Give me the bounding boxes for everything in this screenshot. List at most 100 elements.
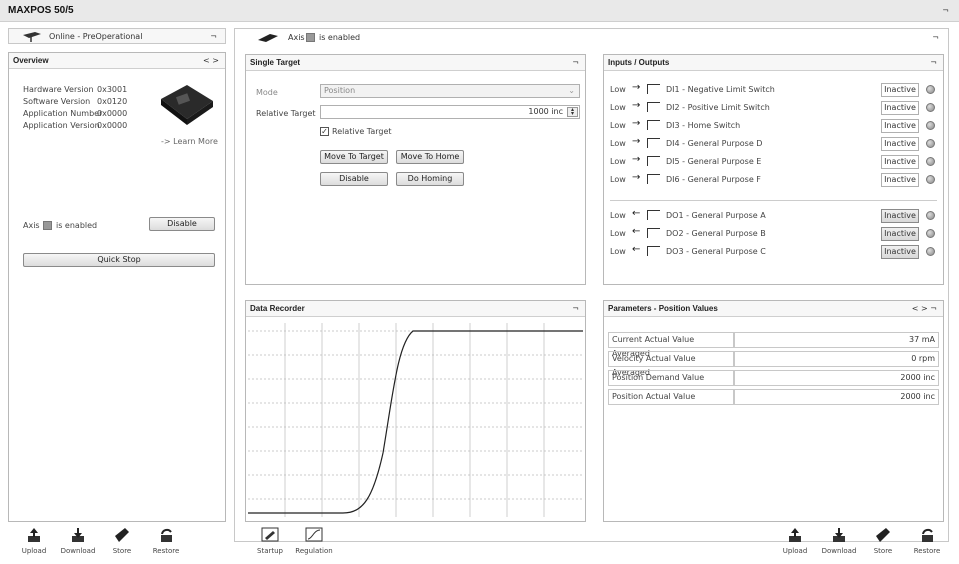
signal-level: Low bbox=[610, 103, 626, 112]
download-icon bbox=[833, 528, 845, 542]
move-to-target-button[interactable]: Move To Target bbox=[320, 150, 388, 164]
parameters-panel: Parameters - Position Values < > ¬ Curre… bbox=[603, 300, 944, 522]
data-recorder-title: Data Recorder bbox=[250, 304, 305, 313]
io-state[interactable]: Inactive bbox=[881, 227, 919, 241]
digital-input-row: Low → DI4 - General Purpose D Inactive bbox=[604, 135, 943, 153]
stepper-icon[interactable]: ▴ ▾ bbox=[567, 107, 578, 117]
download-button-right[interactable]: Download bbox=[819, 526, 859, 555]
arrow-right-icon: → bbox=[632, 118, 641, 129]
switch-icon bbox=[647, 102, 660, 112]
arrow-right-icon: → bbox=[632, 100, 641, 111]
io-header: Inputs / Outputs ¬ bbox=[604, 55, 943, 71]
application-number-value: 0x0000 bbox=[97, 109, 128, 118]
io-name: DI6 - General Purpose F bbox=[666, 175, 761, 184]
do-homing-button[interactable]: Do Homing bbox=[396, 172, 464, 186]
mode-select-value: Position bbox=[324, 86, 356, 95]
digital-input-row: Low → DI3 - Home Switch Inactive bbox=[604, 117, 943, 135]
regulation-icon bbox=[305, 527, 323, 542]
learn-more-link[interactable]: -> Learn More bbox=[161, 137, 218, 146]
param-row: Velocity Actual Value Averaged 0 rpm bbox=[608, 351, 939, 377]
io-state: Inactive bbox=[881, 173, 919, 187]
upload-icon bbox=[28, 528, 40, 542]
restore-label: Restore bbox=[152, 547, 180, 555]
upload-button-right[interactable]: Upload bbox=[775, 526, 815, 555]
mode-select[interactable]: Position ⌄ bbox=[320, 84, 580, 98]
restore-button[interactable]: Restore bbox=[146, 526, 186, 555]
param-label: Current Actual Value Averaged bbox=[608, 332, 734, 358]
overview-title: Overview bbox=[13, 56, 49, 65]
status-led-icon bbox=[926, 175, 935, 184]
io-name: DI2 - Positive Limit Switch bbox=[666, 103, 770, 112]
status-led-icon bbox=[926, 139, 935, 148]
digital-input-row: Low → DI1 - Negative Limit Switch Inactive bbox=[604, 81, 943, 99]
param-label: Position Demand Value bbox=[608, 370, 734, 386]
io-state: Inactive bbox=[881, 119, 919, 133]
io-name: DO3 - General Purpose C bbox=[666, 247, 766, 256]
data-recorder-pin-icon[interactable]: ¬ bbox=[572, 304, 579, 313]
upload-button[interactable]: Upload bbox=[14, 526, 54, 555]
io-panel: Inputs / Outputs ¬ Low → DI1 - Negative Li… bbox=[603, 54, 944, 285]
io-name: DO1 - General Purpose A bbox=[666, 211, 766, 220]
regulation-label: Regulation bbox=[295, 547, 333, 555]
axis-header-indicator bbox=[306, 33, 315, 42]
relative-target-input[interactable]: 1000 inc ▴ ▾ bbox=[320, 105, 580, 119]
window-pin-icon[interactable]: ¬ bbox=[942, 6, 949, 15]
digital-output-row: Low ← DO3 - General Purpose C Inactive bbox=[604, 243, 943, 261]
digital-input-row: Low → DI6 - General Purpose F Inactive bbox=[604, 171, 943, 189]
arrow-left-icon: ← bbox=[632, 244, 641, 255]
arrow-right-icon: → bbox=[632, 136, 641, 147]
download-label: Download bbox=[60, 547, 96, 555]
io-pin-icon[interactable]: ¬ bbox=[930, 58, 937, 67]
status-led-icon bbox=[926, 229, 935, 238]
connection-state: Online - PreOperational bbox=[49, 32, 143, 41]
download-icon bbox=[72, 528, 84, 542]
axis-label: Axis bbox=[23, 221, 40, 230]
status-pin-icon[interactable]: ¬ bbox=[210, 32, 217, 41]
param-label: Position Actual Value bbox=[608, 389, 734, 405]
regulation-button[interactable]: Regulation bbox=[294, 526, 334, 555]
move-to-home-button[interactable]: Move To Home bbox=[396, 150, 464, 164]
axis-header: Axis is enabled ¬ bbox=[234, 28, 949, 48]
signal-level: Low bbox=[610, 85, 626, 94]
parameters-nav-arrows[interactable]: < > ¬ bbox=[912, 304, 937, 313]
upload-label: Upload bbox=[782, 547, 808, 555]
io-state[interactable]: Inactive bbox=[881, 245, 919, 259]
startup-button[interactable]: Startup bbox=[250, 526, 290, 555]
application-number-label: Application Number bbox=[23, 109, 103, 118]
disable-axis-button[interactable]: Disable bbox=[149, 217, 215, 231]
signal-level: Low bbox=[610, 121, 626, 130]
software-version-value: 0x0120 bbox=[97, 97, 128, 106]
single-target-panel: Single Target ¬ Mode Position ⌄ Relative… bbox=[245, 54, 586, 285]
relative-target-checkbox-label: Relative Target bbox=[332, 127, 392, 136]
data-recorder-panel: Data Recorder ¬ bbox=[245, 300, 586, 522]
status-led-icon bbox=[926, 85, 935, 94]
io-state[interactable]: Inactive bbox=[881, 209, 919, 223]
single-target-pin-icon[interactable]: ¬ bbox=[572, 58, 579, 67]
overview-nav-arrows[interactable]: < > bbox=[203, 56, 219, 65]
left-toolbar: Upload Download Store Restore bbox=[8, 524, 226, 562]
parameters-title: Parameters - Position Values bbox=[608, 304, 718, 313]
data-recorder-plot bbox=[248, 323, 583, 517]
status-led-icon bbox=[926, 121, 935, 130]
axis-header-pin-icon[interactable]: ¬ bbox=[932, 33, 939, 42]
store-button[interactable]: Store bbox=[102, 526, 142, 555]
status-led-icon bbox=[926, 103, 935, 112]
disable-button[interactable]: Disable bbox=[320, 172, 388, 186]
axis-state: is enabled bbox=[56, 221, 98, 230]
signal-level: Low bbox=[610, 229, 626, 238]
relative-target-checkbox[interactable]: ✓ bbox=[320, 127, 329, 136]
restore-button-right[interactable]: Restore bbox=[907, 526, 947, 555]
io-state: Inactive bbox=[881, 101, 919, 115]
digital-input-row: Low → DI5 - General Purpose E Inactive bbox=[604, 153, 943, 171]
download-button[interactable]: Download bbox=[58, 526, 98, 555]
single-target-title: Single Target bbox=[250, 58, 301, 67]
param-row: Current Actual Value Averaged 37 mA bbox=[608, 332, 939, 358]
store-button-right[interactable]: Store bbox=[863, 526, 903, 555]
io-divider bbox=[610, 200, 937, 201]
store-icon bbox=[115, 528, 129, 542]
param-value: 0 rpm bbox=[734, 351, 939, 367]
application-version-label: Application Version bbox=[23, 121, 100, 130]
relative-target-label: Relative Target bbox=[256, 109, 316, 118]
quick-stop-button[interactable]: Quick Stop bbox=[23, 253, 215, 267]
digital-output-row: Low ← DO1 - General Purpose A Inactive bbox=[604, 207, 943, 225]
